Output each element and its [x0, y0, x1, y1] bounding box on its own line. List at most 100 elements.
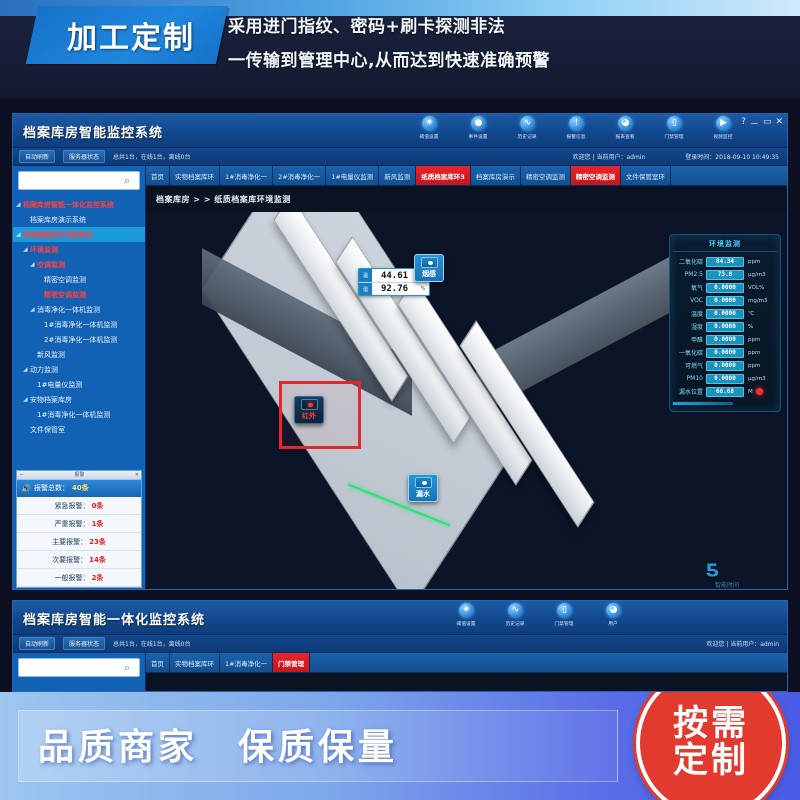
sidebar-tree-item[interactable]: ◢ 环境监测: [13, 242, 145, 257]
smoke-marker[interactable]: 烟感: [414, 254, 444, 282]
toolbar2-item-history[interactable]: ∿ 历史记录: [492, 603, 539, 627]
window2-auto-refresh-button[interactable]: 自动刷新: [19, 637, 56, 650]
sidebar-tree-item[interactable]: 新风监测: [13, 347, 145, 362]
window2-content: 首页 实物档案库环 1#消毒净化一 门禁管理: [146, 653, 787, 691]
tab-item[interactable]: 2#消毒净化一: [273, 166, 327, 185]
toolbar2-item-threshold[interactable]: ✷ 阈值设置: [443, 603, 490, 627]
promo-seal-line-1: 按需: [672, 704, 749, 745]
window2-search-input[interactable]: [19, 663, 139, 680]
sidebar-tree-item[interactable]: 2#消毒净化一体机监测: [13, 332, 145, 347]
alarm-row[interactable]: 次要报警： 14条: [17, 551, 141, 569]
search-box[interactable]: ⌕: [18, 171, 140, 193]
pie-icon: ◕: [618, 116, 633, 131]
toolbar-item-threshold[interactable]: ✷ 阈值设置: [406, 116, 453, 140]
monitor-row-unit: μg/m3: [748, 271, 766, 278]
monitor-row-value: 84.34: [706, 256, 744, 267]
tab-item[interactable]: 首页: [146, 653, 170, 672]
window-toolbar: ✷ 阈值设置 ● 事件设置 ∿ 历史记录 ! 报警信息 ◕ 报表查看 ▯ 门禁管…: [406, 116, 747, 140]
alarm-row[interactable]: 一般报警： 2条: [17, 569, 141, 587]
tab-item[interactable]: 实物档案库环: [170, 166, 220, 185]
toolbar-item-alarm-info[interactable]: ! 报警信息: [553, 116, 600, 140]
toolbar-item-video[interactable]: ▶ 视频监控: [700, 116, 747, 140]
window2-titlebar: 档案库房智能一体化监控系统 ✷ 阈值设置 ∿ 历史记录 ▯ 门禁管理 ◕ 用户: [13, 601, 787, 635]
search-input[interactable]: [19, 176, 139, 193]
monitor-row-unit: ppm: [748, 336, 761, 343]
sidebar-tree-item[interactable]: ◢ 空调监测: [13, 257, 145, 272]
sidebar-tree-item[interactable]: ◢ 安物档案库房: [13, 392, 145, 407]
secondary-app-window: 档案库房智能一体化监控系统 ✷ 阈值设置 ∿ 历史记录 ▯ 门禁管理 ◕ 用户: [12, 600, 788, 692]
tab-item[interactable]: 精密空调监测: [520, 166, 571, 185]
tab-item[interactable]: 门禁管理: [273, 653, 311, 672]
sidebar-tree-item[interactable]: 文件保管室: [13, 422, 145, 437]
close-icon[interactable]: ✕: [775, 117, 783, 130]
sidebar-tree-item[interactable]: ◢ 动力监测: [13, 362, 145, 377]
monitor-progress-bar: [673, 402, 734, 405]
monitor-row-value: 0.0000: [706, 321, 744, 332]
tab-item[interactable]: 档案库房演示: [470, 166, 521, 185]
tab-item[interactable]: 1#电量仪监测: [326, 166, 380, 185]
sidebar-tree-item[interactable]: ◢ 档案库房智能一体化监控系统: [13, 197, 145, 212]
tab-item[interactable]: 首页: [146, 166, 170, 185]
water-marker[interactable]: 漏水: [408, 474, 438, 502]
tab-item[interactable]: 精密空调监测: [570, 166, 621, 185]
toolbar-item-report[interactable]: ◕ 报表查看: [602, 116, 649, 140]
alarm-row[interactable]: 主要报警： 23条: [17, 533, 141, 551]
sidebar-tree-item[interactable]: 1#电量仪监测: [13, 377, 145, 392]
alarm-total-row[interactable]: 🔊 报警总数： 40条: [17, 479, 141, 497]
alarm-panel-close[interactable]: ×: [135, 472, 139, 478]
sidebar-tree-item-label: 文件保管室: [30, 425, 65, 434]
toolbar-label: 报表查看: [615, 134, 635, 140]
alarm-panel-pin[interactable]: －: [19, 471, 24, 478]
toolbar2-item-access[interactable]: ▯ 门禁管理: [541, 603, 588, 627]
auto-refresh-button[interactable]: 自动刷新: [19, 150, 56, 163]
window2-server-status-button[interactable]: 服务器状态: [63, 637, 106, 650]
chevron-icon[interactable]: ◢: [30, 306, 37, 313]
chevron-icon[interactable]: ◢: [30, 261, 37, 268]
infrared-marker[interactable]: 红外: [294, 396, 324, 424]
sidebar-tree-item[interactable]: ◢ 实物档案库环境监控点: [13, 227, 145, 242]
sidebar-tree-item[interactable]: 1#消毒净化一体机监测: [13, 317, 145, 332]
window2-toolbar: ✷ 阈值设置 ∿ 历史记录 ▯ 门禁管理 ◕ 用户: [443, 603, 637, 627]
sidebar-tree-item[interactable]: 档案库房演示系统: [13, 212, 145, 227]
chevron-icon[interactable]: ◢: [23, 366, 30, 373]
tab-label: 1#消毒净化一: [225, 172, 268, 181]
chevron-icon[interactable]: ◢: [16, 201, 23, 208]
alarm-total-label: 报警总数：: [33, 484, 69, 493]
monitor-row-value: 0.0000: [706, 334, 744, 345]
sidebar-tree-item[interactable]: 精密空调监测: [13, 272, 145, 287]
restore-icon[interactable]: ▭: [763, 117, 772, 130]
window2-search-box[interactable]: ⌕: [18, 658, 140, 680]
tab-item[interactable]: 1#消毒净化一: [220, 166, 274, 185]
search-icon[interactable]: ⌕: [124, 175, 136, 187]
toolbar-item-history[interactable]: ∿ 历史记录: [504, 116, 551, 140]
tab-item[interactable]: 新风监测: [379, 166, 417, 185]
window-controls: ? － ▭ ✕: [741, 117, 783, 130]
toolbar-item-access[interactable]: ▯ 门禁管理: [651, 116, 698, 140]
chevron-icon[interactable]: ◢: [16, 231, 23, 238]
toolbar-item-event[interactable]: ● 事件设置: [455, 116, 502, 140]
tab-item[interactable]: 1#消毒净化一: [220, 653, 274, 672]
water-marker-label: 漏水: [416, 490, 430, 498]
monitor-row: 氧气 0.0000 VOL%: [673, 281, 777, 294]
chevron-icon[interactable]: ◢: [23, 246, 30, 253]
monitor-row-value: 0.0000: [706, 282, 744, 293]
monitor-row: PM10 0.0000 μg/m3: [673, 372, 777, 385]
sidebar-tree-item[interactable]: 精密空调监测: [13, 287, 145, 302]
toolbar2-item-user[interactable]: ◕ 用户: [590, 603, 637, 627]
sidebar-tree-item[interactable]: ◢ 消毒净化一体机监测: [13, 302, 145, 317]
server-status-button[interactable]: 服务器状态: [63, 150, 106, 163]
tab-item[interactable]: 文件保管室环: [620, 166, 671, 185]
sidebar-tree-item[interactable]: 1#消毒净化一体机监测: [13, 407, 145, 422]
alarm-row[interactable]: 严重报警： 1条: [17, 515, 141, 533]
alarm-row[interactable]: 紧急报警： 0条: [17, 497, 141, 515]
minimize-icon[interactable]: －: [750, 117, 759, 130]
user-icon: ◕: [606, 603, 621, 618]
chevron-icon[interactable]: ◢: [23, 396, 30, 403]
search-icon[interactable]: ⌕: [124, 662, 136, 674]
humidity-row: 湿 92.76 %: [359, 282, 429, 295]
tab-label: 实物档案库环: [175, 659, 214, 668]
help-icon[interactable]: ?: [741, 117, 746, 130]
tab-item[interactable]: 纸质档案库环3: [416, 166, 471, 185]
temperature-key: 温: [359, 269, 372, 282]
tab-item[interactable]: 实物档案库环: [170, 653, 220, 672]
